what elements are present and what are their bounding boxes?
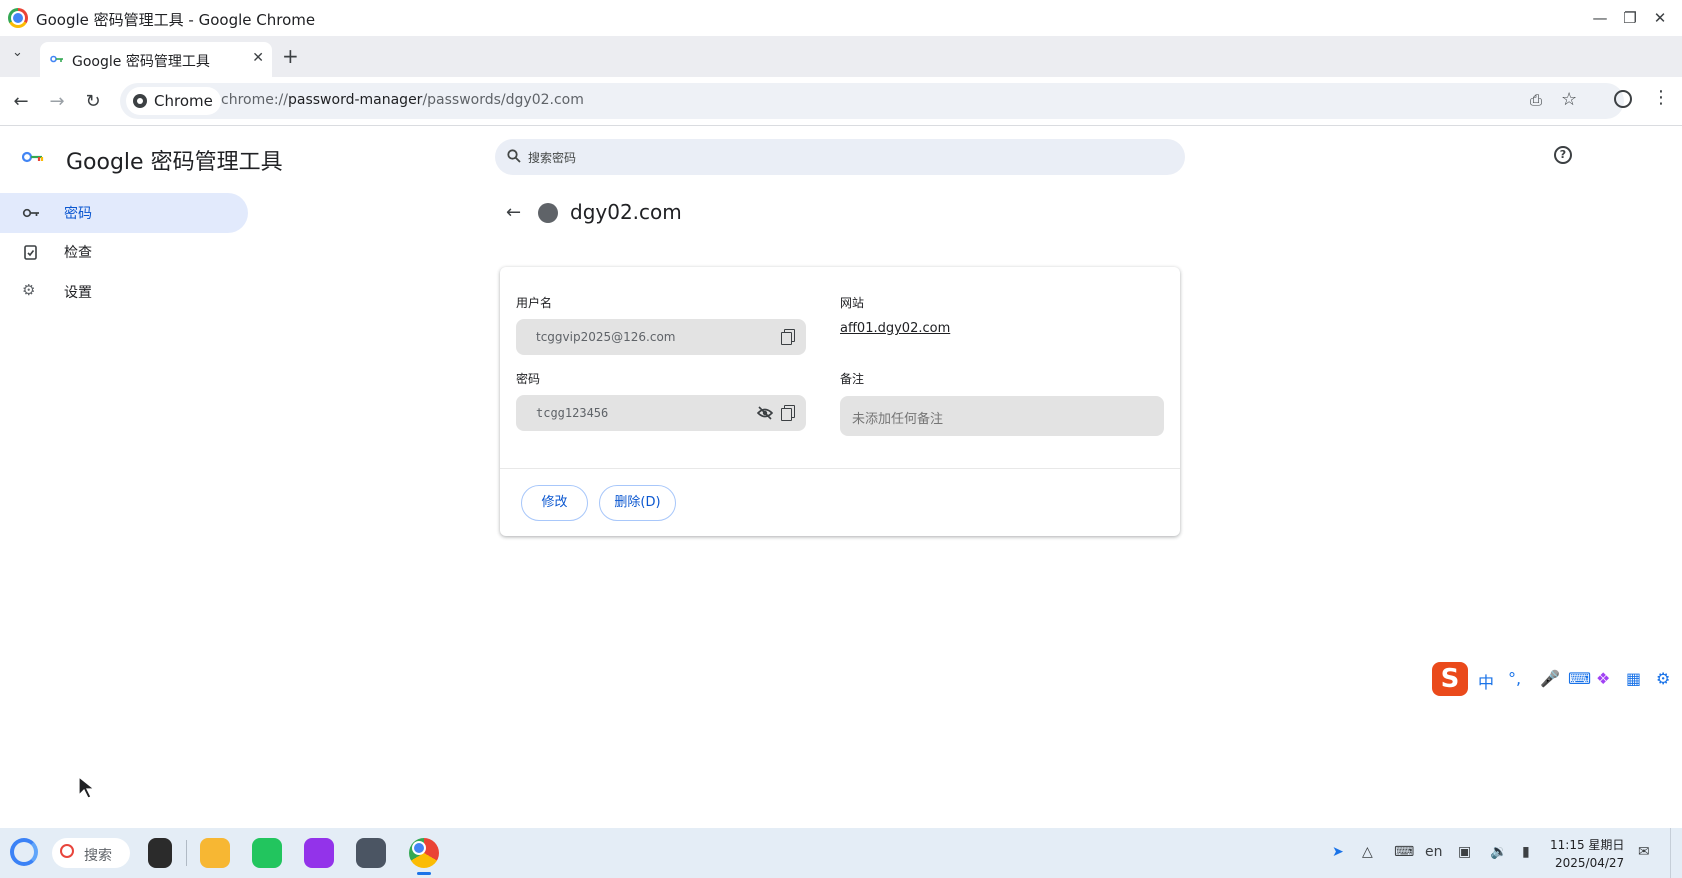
ime-punct-toggle[interactable]: °, — [1508, 669, 1521, 688]
back-icon[interactable]: ← — [10, 91, 32, 112]
taskbar-search-label: 搜索 — [84, 848, 112, 864]
hide-password-eye-icon[interactable] — [757, 406, 773, 420]
edit-button[interactable]: 修改 — [521, 485, 588, 521]
chrome-taskbar-icon[interactable] — [409, 838, 439, 868]
note-placeholder: 未添加任何备注 — [852, 412, 944, 427]
taskbar: 搜索 ➤ △ ⌨ en ▣ 🔉 ▮ 11:15 星期日 2025/04/27 ✉ — [0, 828, 1682, 878]
settings-app-icon[interactable] — [356, 838, 386, 868]
copy-password-icon[interactable] — [781, 405, 795, 421]
tab-close-icon[interactable]: ✕ — [252, 50, 264, 66]
username-value: tcggvip2025@126.com — [536, 330, 676, 344]
bookmark-star-icon[interactable]: ☆ — [1561, 89, 1577, 110]
forward-icon[interactable]: → — [46, 91, 68, 112]
tab-password-manager[interactable]: Google 密码管理工具 ✕ — [40, 42, 272, 77]
sidebar-item-passwords[interactable]: 密码 — [0, 193, 248, 233]
password-label: 密码 — [516, 372, 541, 386]
search-placeholder: 搜索密码 — [528, 151, 577, 165]
gear-icon: ⚙ — [22, 281, 36, 299]
username-label: 用户名 — [516, 296, 553, 310]
taskbar-separator — [186, 840, 187, 866]
browser-toolbar: ← → ↻ Chrome chrome://password-manager/p… — [0, 77, 1682, 126]
file-manager-app-icon[interactable] — [200, 838, 230, 868]
tray-network-icon[interactable]: △ — [1362, 844, 1373, 860]
url-text[interactable]: chrome://password-manager/passwords/dgy0… — [221, 92, 584, 108]
clock-date[interactable]: 2025/04/27 — [1555, 856, 1624, 870]
sogou-logo-icon[interactable]: S — [1432, 662, 1468, 696]
tab-title: Google 密码管理工具 — [72, 54, 210, 70]
tray-volume-icon[interactable]: 🔉 — [1490, 844, 1507, 860]
ime-keyboard-icon[interactable]: ⌨ — [1568, 669, 1591, 688]
site-title: dgy02.com — [570, 200, 682, 224]
sidebar-item-label: 设置 — [64, 285, 92, 301]
install-app-icon[interactable]: ⎙ — [1530, 91, 1542, 109]
key-favicon-icon — [50, 55, 63, 63]
taskbar-search[interactable]: 搜索 — [52, 838, 130, 868]
delete-button[interactable]: 删除(D) — [599, 485, 676, 521]
note-field[interactable]: 未添加任何备注 — [840, 396, 1164, 436]
tray-battery-icon[interactable]: ▮ — [1522, 844, 1530, 860]
clock-time[interactable]: 11:15 星期日 — [1550, 836, 1624, 853]
tab-search-chevron-icon[interactable]: ⌄ — [12, 45, 23, 60]
note-label: 备注 — [840, 372, 865, 386]
sidebar-item-label: 检查 — [64, 245, 92, 261]
ime-mode-toggle[interactable]: 中 — [1478, 669, 1494, 693]
back-to-list-icon[interactable]: ← — [506, 202, 521, 223]
task-view-icon[interactable] — [148, 838, 172, 868]
active-app-indicator — [417, 872, 431, 875]
help-icon[interactable]: ? — [1554, 146, 1572, 164]
url-scheme: chrome:// — [221, 92, 288, 108]
window-titlebar: Google 密码管理工具 - Google Chrome — ❐ ✕ — [0, 0, 1682, 36]
new-tab-icon[interactable]: + — [282, 44, 299, 68]
password-manager-logo-icon — [22, 151, 44, 163]
credential-card: 用户名 tcggvip2025@126.com 密码 tcgg123456 网站… — [500, 267, 1180, 536]
password-value: tcgg123456 — [536, 406, 609, 420]
website-link[interactable]: aff01.dgy02.com — [840, 321, 950, 336]
username-field[interactable]: tcggvip2025@126.com — [516, 319, 806, 355]
notification-icon[interactable]: ✉ — [1638, 844, 1650, 860]
profile-icon[interactable] — [1614, 90, 1632, 108]
site-info-chip[interactable]: Chrome — [126, 87, 221, 115]
restore-icon[interactable]: ❐ — [1620, 8, 1640, 28]
app-title: Google 密码管理工具 — [66, 150, 283, 175]
copy-username-icon[interactable] — [781, 329, 795, 345]
chrome-site-icon — [133, 94, 147, 108]
checkup-icon — [24, 245, 37, 260]
ime-toolbar: S 中 °, 🎤 ⌨ ❖ ▦ ⚙ — [1430, 660, 1682, 698]
card-divider — [500, 468, 1180, 469]
close-window-icon[interactable]: ✕ — [1650, 8, 1670, 28]
tray-keyboard-icon[interactable]: ⌨ — [1394, 844, 1414, 860]
key-icon — [22, 208, 39, 218]
search-passwords-input[interactable]: 搜索密码 — [495, 139, 1185, 175]
messaging-app-icon[interactable] — [252, 838, 282, 868]
chip-label: Chrome — [154, 92, 213, 110]
address-bar[interactable]: Chrome chrome://password-manager/passwor… — [120, 83, 1624, 119]
minimize-icon[interactable]: — — [1590, 8, 1610, 28]
tab-strip: ⌄ Google 密码管理工具 ✕ + — [0, 36, 1682, 77]
search-icon — [60, 844, 74, 858]
tray-lang-indicator[interactable]: en — [1425, 844, 1443, 860]
sidebar-item-label: 密码 — [64, 206, 92, 222]
tray-display-icon[interactable]: ▣ — [1458, 844, 1471, 860]
menu-kebab-icon[interactable]: ⋮ — [1652, 87, 1670, 108]
mouse-cursor-icon — [78, 776, 96, 799]
globe-icon — [538, 203, 558, 223]
window-title: Google 密码管理工具 - Google Chrome — [36, 11, 316, 29]
url-host: password-manager — [288, 92, 423, 108]
start-menu-icon[interactable] — [10, 838, 38, 866]
ime-mic-icon[interactable]: 🎤 — [1540, 669, 1560, 688]
chrome-logo-icon — [8, 8, 28, 28]
sidebar-item-checkup[interactable]: 检查 — [0, 232, 248, 272]
ime-settings-icon[interactable]: ⚙ — [1656, 669, 1670, 688]
tray-bird-icon[interactable]: ➤ — [1332, 844, 1344, 860]
reload-icon[interactable]: ↻ — [82, 91, 104, 112]
ime-apps-icon[interactable]: ▦ — [1626, 669, 1641, 688]
sidebar-item-settings[interactable]: ⚙ 设置 — [0, 272, 248, 312]
ime-skin-icon[interactable]: ❖ — [1596, 669, 1610, 688]
password-field[interactable]: tcgg123456 — [516, 395, 806, 431]
show-desktop-divider[interactable] — [1670, 828, 1671, 878]
url-path: /passwords/dgy02.com — [422, 92, 584, 108]
screenshot-app-icon[interactable] — [304, 838, 334, 868]
search-icon — [507, 149, 521, 163]
website-label: 网站 — [840, 296, 865, 310]
